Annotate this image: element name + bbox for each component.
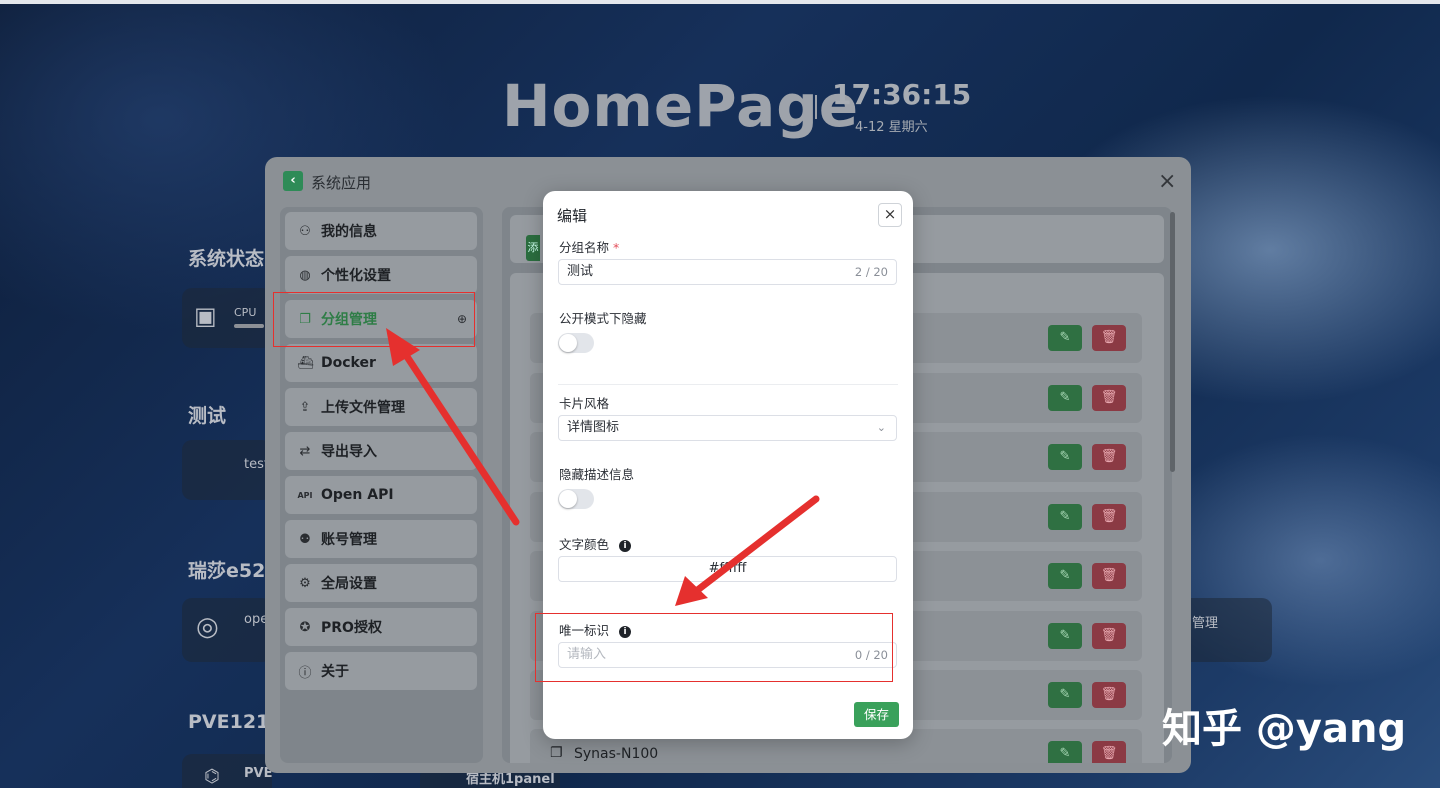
annotation-arrows <box>386 328 820 606</box>
annotation-arrow-right <box>675 495 820 606</box>
watermark: 知乎 @yang <box>1162 706 1407 752</box>
annotation-arrow-left <box>386 328 520 526</box>
